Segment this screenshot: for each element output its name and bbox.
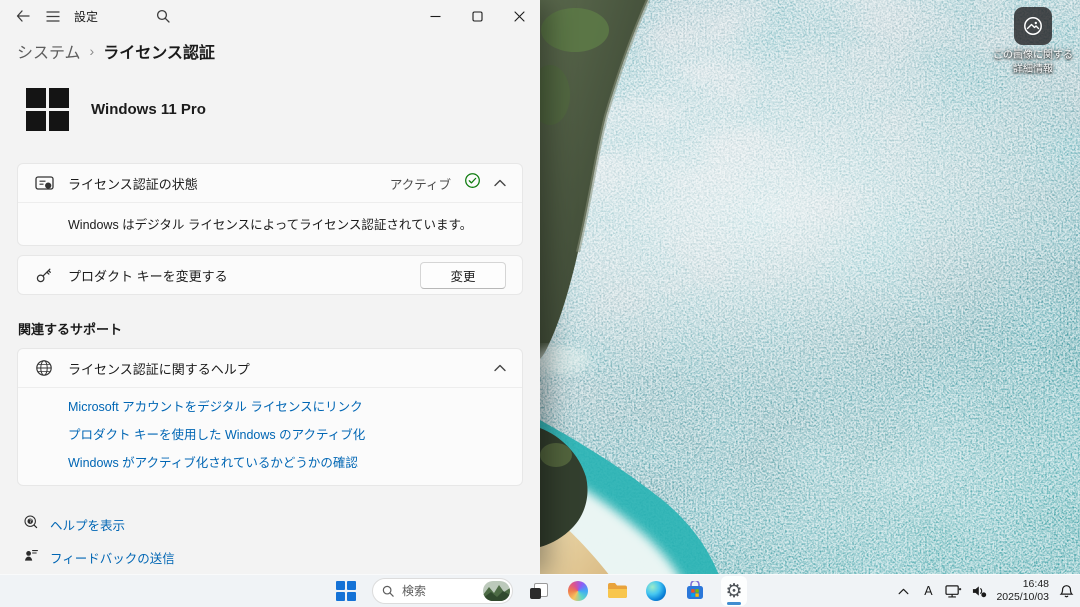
clock-time: 16:48 (1023, 578, 1049, 591)
activation-detail-text: Windows はデジタル ライセンスによってライセンス認証されています。 (18, 203, 522, 245)
globe-icon (34, 359, 54, 377)
desktop-screen: この画像に関する詳細情報 設定 (0, 0, 1080, 607)
related-support-heading: 関連するサポート (18, 319, 523, 338)
help-icon: ? (23, 514, 39, 535)
window-controls (414, 0, 540, 32)
product-key-label: プロダクト キーを変更する (68, 266, 228, 285)
settings-window: 設定 システム › ライセンス認証 (0, 0, 540, 575)
chevron-up-icon[interactable] (494, 174, 506, 192)
activation-status-row[interactable]: ライセンス認証の状態 アクティブ (18, 164, 522, 202)
nav-menu-icon[interactable] (38, 3, 68, 29)
maximize-button[interactable] (456, 0, 498, 32)
volume-icon[interactable] (971, 577, 987, 605)
footer-links: ? ヘルプを表示 フィードバックの送信 (23, 514, 523, 568)
copilot-button[interactable] (565, 577, 591, 605)
link-ms-account-digital-license[interactable]: Microsoft アカウントをデジタル ライセンスにリンク (68, 396, 506, 415)
feedback-icon (23, 547, 39, 568)
activation-status-value: アクティブ (390, 174, 451, 193)
send-feedback-link[interactable]: フィードバックの送信 (50, 548, 175, 567)
send-feedback-item[interactable]: フィードバックの送信 (23, 547, 523, 568)
hidden-icons-chevron-icon[interactable] (895, 577, 911, 605)
key-icon (34, 266, 54, 284)
help-links: Microsoft アカウントをデジタル ライセンスにリンク プロダクト キーを… (18, 388, 522, 485)
copilot-icon (568, 581, 588, 601)
start-button[interactable] (333, 577, 359, 605)
breadcrumb-system[interactable]: システム (17, 39, 81, 63)
spotlight-desktop-icon[interactable]: この画像に関する詳細情報 (989, 7, 1077, 76)
clock-date: 2025/10/03 (996, 591, 1049, 604)
spotlight-label: この画像に関する詳細情報 (991, 49, 1075, 76)
breadcrumb: システム › ライセンス認証 (17, 39, 523, 63)
activation-help-card: ライセンス認証に関するヘルプ Microsoft アカウントをデジタル ライセン… (17, 348, 523, 486)
settings-app-button[interactable]: ⚙ (721, 577, 747, 605)
search-icon (382, 585, 394, 597)
clock[interactable]: 16:48 2025/10/03 (996, 578, 1049, 604)
system-tray: A 16:48 2025/10/03 (895, 575, 1074, 607)
search-icon[interactable] (148, 3, 178, 29)
activation-status-label: ライセンス認証の状態 (68, 174, 198, 193)
breadcrumb-separator-icon: › (90, 43, 95, 59)
taskbar-center: ⚙ (333, 575, 747, 607)
activation-help-label: ライセンス認証に関するヘルプ (68, 359, 250, 378)
notification-bell-icon[interactable] (1058, 577, 1074, 605)
edition-name: Windows 11 Pro (91, 101, 206, 118)
task-view-icon (530, 583, 548, 599)
close-button[interactable] (498, 0, 540, 32)
edge-icon (646, 581, 666, 601)
edge-button[interactable] (643, 577, 669, 605)
search-input[interactable] (400, 583, 466, 599)
ime-mode-indicator[interactable]: A (920, 577, 936, 605)
network-icon[interactable] (945, 577, 962, 605)
activation-help-row[interactable]: ライセンス認証に関するヘルプ (18, 349, 522, 387)
photo-icon (1014, 7, 1052, 45)
license-icon (34, 175, 54, 192)
search-highlight-thumbnail[interactable] (483, 581, 510, 601)
app-title: 設定 (74, 8, 98, 25)
microsoft-store-icon (685, 581, 705, 601)
microsoft-store-button[interactable] (682, 577, 708, 605)
product-key-card: プロダクト キーを変更する 変更 (17, 255, 523, 295)
active-app-indicator (727, 602, 741, 605)
change-product-key-button[interactable]: 変更 (420, 262, 506, 289)
windows-logo-icon (26, 88, 69, 131)
taskbar: ⚙ A 16:48 2025/10/03 (0, 574, 1080, 607)
link-check-activation[interactable]: Windows がアクティブ化されているかどうかの確認 (68, 452, 506, 471)
active-check-icon (464, 172, 481, 194)
minimize-button[interactable] (414, 0, 456, 32)
task-view-button[interactable] (526, 577, 552, 605)
get-help-item[interactable]: ? ヘルプを表示 (23, 514, 523, 535)
back-button[interactable] (8, 3, 38, 29)
taskbar-search-box[interactable] (372, 578, 513, 604)
activation-status-card: ライセンス認証の状態 アクティブ Windows はデジタル ライセ (17, 163, 523, 246)
page-title: ライセンス認証 (103, 39, 215, 63)
get-help-link[interactable]: ヘルプを表示 (50, 515, 125, 534)
chevron-up-icon[interactable] (494, 359, 506, 377)
file-explorer-icon (607, 582, 628, 600)
titlebar: 設定 (0, 0, 540, 32)
link-activate-with-product-key[interactable]: プロダクト キーを使用した Windows のアクティブ化 (68, 424, 506, 443)
file-explorer-button[interactable] (604, 577, 630, 605)
svg-text:?: ? (29, 519, 32, 525)
product-key-row: プロダクト キーを変更する 変更 (18, 256, 522, 294)
edition-block: Windows 11 Pro (26, 88, 523, 131)
windows-start-icon (336, 581, 356, 601)
settings-content: システム › ライセンス認証 Windows 11 Pro ライセンス認証の状態 (0, 39, 540, 568)
